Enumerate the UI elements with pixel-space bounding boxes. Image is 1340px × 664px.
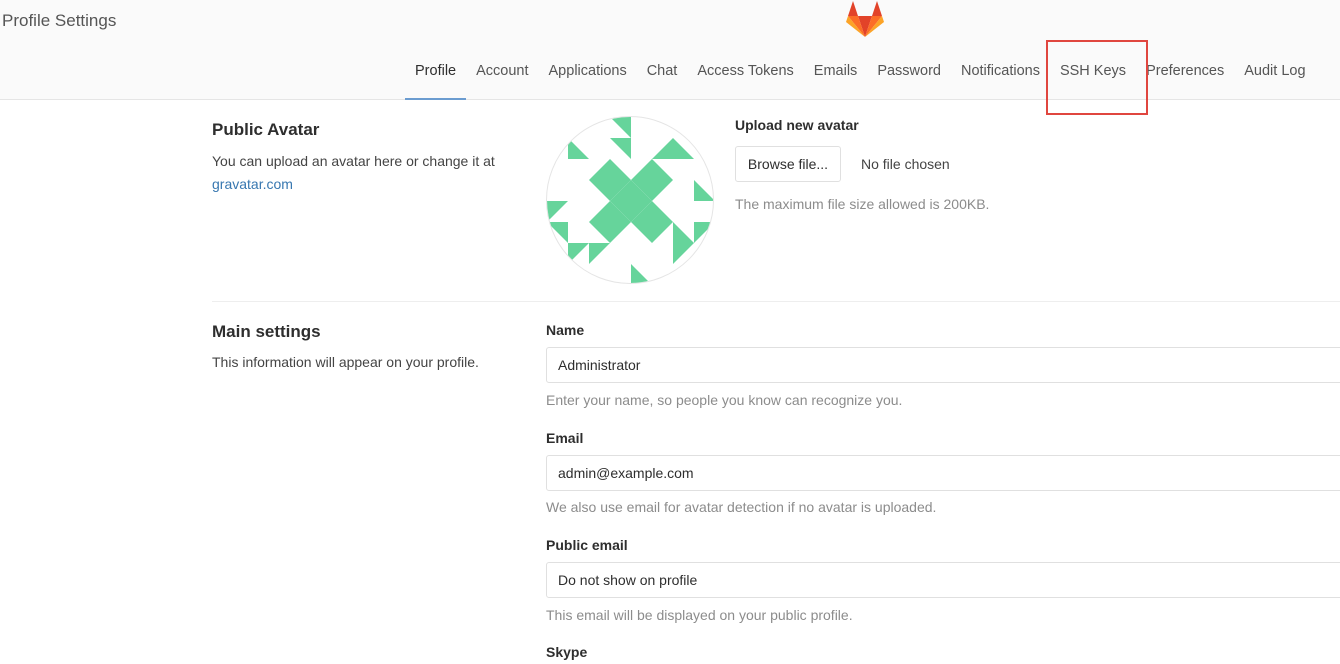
settings-nav: Profile Account Applications Chat Access…	[405, 52, 1316, 100]
name-label: Name	[546, 322, 585, 338]
tab-notifications[interactable]: Notifications	[951, 52, 1050, 100]
public-email-help: This email will be displayed on your pub…	[546, 607, 853, 623]
public-email-label: Public email	[546, 537, 628, 553]
avatar	[546, 116, 714, 284]
main-settings-description: This information will appear on your pro…	[212, 354, 479, 370]
avatar-size-help: The maximum file size allowed is 200KB.	[735, 196, 990, 212]
email-input[interactable]	[546, 455, 1340, 491]
tab-account[interactable]: Account	[466, 52, 538, 100]
public-avatar-title: Public Avatar	[212, 120, 320, 139]
tab-ssh-keys[interactable]: SSH Keys	[1050, 52, 1136, 100]
gravatar-link[interactable]: gravatar.com	[212, 176, 293, 192]
identicon-image	[547, 117, 713, 283]
page-title: Profile Settings	[2, 11, 117, 30]
avatar-description-text: You can upload an avatar here or change …	[212, 153, 495, 169]
tab-chat[interactable]: Chat	[637, 52, 688, 100]
tab-emails[interactable]: Emails	[804, 52, 868, 100]
skype-label: Skype	[546, 644, 588, 660]
tab-profile[interactable]: Profile	[405, 52, 467, 100]
main-settings-title: Main settings	[212, 322, 321, 341]
file-status-text: No file chosen	[861, 156, 950, 172]
tab-password[interactable]: Password	[867, 52, 951, 100]
tab-preferences[interactable]: Preferences	[1136, 52, 1234, 100]
name-input[interactable]	[546, 347, 1340, 383]
public-email-select[interactable]: Do not show on profile	[546, 562, 1340, 598]
gitlab-tanuki-icon[interactable]	[845, 0, 885, 38]
browse-file-button[interactable]: Browse file...	[735, 146, 841, 182]
public-avatar-description: You can upload an avatar here or change …	[212, 150, 522, 196]
name-help: Enter your name, so people you know can …	[546, 392, 903, 408]
tab-access-tokens[interactable]: Access Tokens	[687, 52, 803, 100]
email-label: Email	[546, 430, 584, 446]
section-divider	[212, 301, 1340, 302]
tab-audit-log[interactable]: Audit Log	[1234, 52, 1315, 100]
upload-avatar-label: Upload new avatar	[735, 117, 859, 133]
settings-header: Profile Settings Profile Account Applica…	[0, 0, 1340, 100]
email-help: We also use email for avatar detection i…	[546, 499, 937, 515]
tab-applications[interactable]: Applications	[539, 52, 637, 100]
